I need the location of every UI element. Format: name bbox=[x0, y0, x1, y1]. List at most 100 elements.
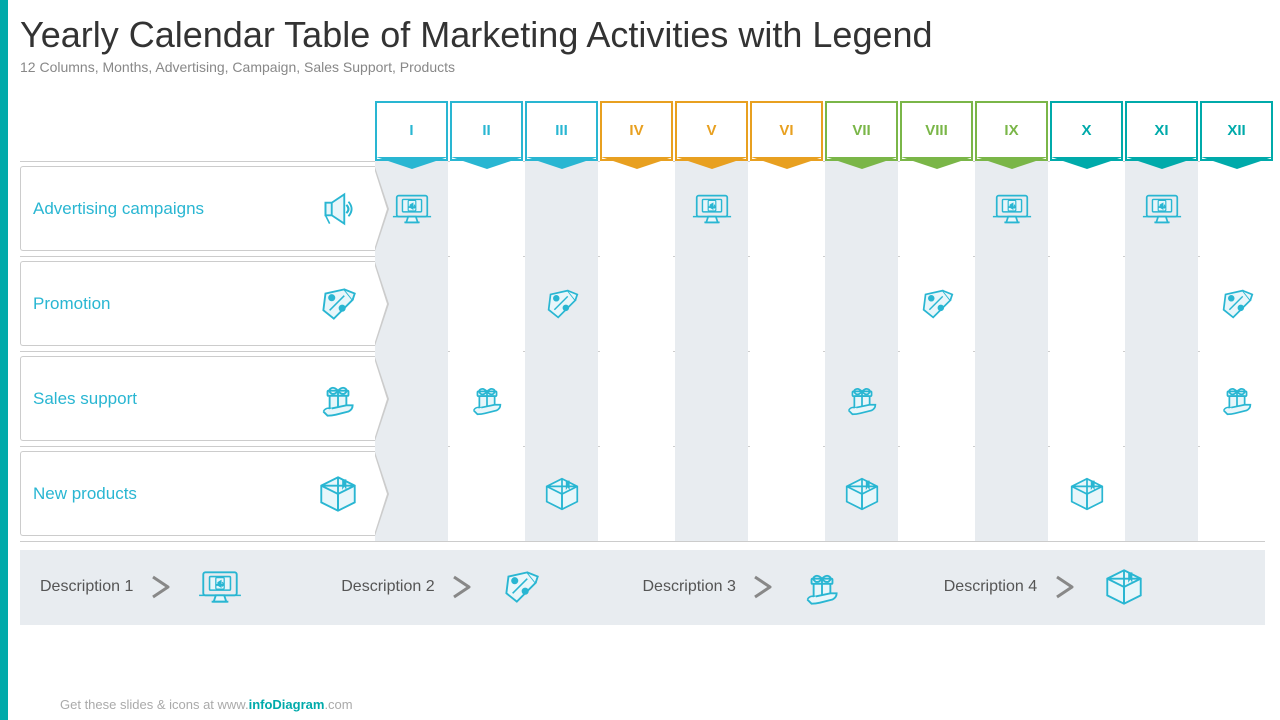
cell-3-7 bbox=[900, 446, 973, 541]
data-rows: Advertising campaigns bbox=[20, 161, 1265, 542]
cell-3-6 bbox=[825, 446, 898, 541]
cell-1-5 bbox=[750, 256, 823, 351]
cell-2-7 bbox=[900, 351, 973, 446]
cells-area-3 bbox=[375, 446, 1275, 541]
month-banner-I: I bbox=[375, 101, 448, 161]
header-row: IIIIIIIVVVIVIIVIIIIXXXIXII bbox=[375, 93, 1265, 161]
row-label-text-3: New products bbox=[33, 484, 300, 504]
legend-item-2: Description 3 bbox=[643, 560, 944, 615]
cell-0-2 bbox=[525, 161, 598, 256]
cell-3-2 bbox=[525, 446, 598, 541]
cell-1-8 bbox=[975, 256, 1048, 351]
cell-1-11 bbox=[1200, 256, 1273, 351]
legend-arrow-0 bbox=[145, 570, 180, 605]
cell-3-11 bbox=[1200, 446, 1273, 541]
cell-2-6 bbox=[825, 351, 898, 446]
row-label-text-2: Sales support bbox=[33, 389, 300, 409]
cell-0-7 bbox=[900, 161, 973, 256]
month-banner-X: X bbox=[1050, 101, 1123, 161]
cell-0-8 bbox=[975, 161, 1048, 256]
row-icon-1 bbox=[310, 276, 365, 331]
legend-item-0: Description 1 bbox=[40, 560, 341, 615]
data-row-2: Sales support bbox=[20, 352, 1265, 447]
data-row-1: Promotion bbox=[20, 257, 1265, 352]
legend-arrow-1 bbox=[447, 570, 482, 605]
month-banner-II: II bbox=[450, 101, 523, 161]
page-subtitle: 12 Columns, Months, Advertising, Campaig… bbox=[20, 59, 1265, 75]
legend-icon-3 bbox=[1096, 560, 1151, 615]
page-title: Yearly Calendar Table of Marketing Activ… bbox=[20, 15, 1265, 55]
cell-0-6 bbox=[825, 161, 898, 256]
row-label-1: Promotion bbox=[20, 261, 375, 346]
data-row-0: Advertising campaigns bbox=[20, 162, 1265, 257]
cell-1-1 bbox=[450, 256, 523, 351]
cell-3-4 bbox=[675, 446, 748, 541]
legend-label-1: Description 2 bbox=[341, 578, 434, 596]
cell-3-8 bbox=[975, 446, 1048, 541]
legend-label-2: Description 3 bbox=[643, 578, 736, 596]
legend-icon-1 bbox=[494, 560, 549, 615]
month-banner-IV: IV bbox=[600, 101, 673, 161]
cell-3-3 bbox=[600, 446, 673, 541]
row-icon-3 bbox=[310, 466, 365, 521]
left-accent bbox=[0, 0, 8, 720]
month-banner-V: V bbox=[675, 101, 748, 161]
row-icon-0 bbox=[310, 181, 365, 236]
cell-3-5 bbox=[750, 446, 823, 541]
cell-2-8 bbox=[975, 351, 1048, 446]
main-container: Yearly Calendar Table of Marketing Activ… bbox=[20, 15, 1265, 710]
cell-2-1 bbox=[450, 351, 523, 446]
cells-area-2 bbox=[375, 351, 1275, 446]
cell-1-3 bbox=[600, 256, 673, 351]
row-label-3: New products bbox=[20, 451, 375, 536]
cell-2-5 bbox=[750, 351, 823, 446]
month-banner-XII: XII bbox=[1200, 101, 1273, 161]
cell-2-10 bbox=[1125, 351, 1198, 446]
cell-1-2 bbox=[525, 256, 598, 351]
cell-2-11 bbox=[1200, 351, 1273, 446]
legend-arrow-3 bbox=[1049, 570, 1084, 605]
cell-1-7 bbox=[900, 256, 973, 351]
legend-arrow-2 bbox=[748, 570, 783, 605]
month-banner-VIII: VIII bbox=[900, 101, 973, 161]
cell-3-1 bbox=[450, 446, 523, 541]
cells-area-0 bbox=[375, 161, 1275, 256]
row-label-2: Sales support bbox=[20, 356, 375, 441]
month-banner-VII: VII bbox=[825, 101, 898, 161]
cell-2-3 bbox=[600, 351, 673, 446]
cell-0-5 bbox=[750, 161, 823, 256]
legend-bar: Description 1 Description 2 Description … bbox=[20, 550, 1265, 625]
row-label-text-0: Advertising campaigns bbox=[33, 199, 300, 219]
row-icon-2 bbox=[310, 371, 365, 426]
cell-0-4 bbox=[675, 161, 748, 256]
cell-0-9 bbox=[1050, 161, 1123, 256]
cell-1-9 bbox=[1050, 256, 1123, 351]
legend-item-1: Description 2 bbox=[341, 560, 642, 615]
cell-3-10 bbox=[1125, 446, 1198, 541]
cell-2-9 bbox=[1050, 351, 1123, 446]
cell-2-4 bbox=[675, 351, 748, 446]
legend-label-0: Description 1 bbox=[40, 578, 133, 596]
cells-area-1 bbox=[375, 256, 1275, 351]
month-banner-III: III bbox=[525, 101, 598, 161]
row-label-0: Advertising campaigns bbox=[20, 166, 375, 251]
data-row-3: New products bbox=[20, 447, 1265, 542]
cell-0-3 bbox=[600, 161, 673, 256]
legend-label-3: Description 4 bbox=[944, 578, 1037, 596]
cell-0-1 bbox=[450, 161, 523, 256]
cell-2-2 bbox=[525, 351, 598, 446]
table-area: IIIIIIIVVVIVIIVIIIIXXXIXII Advertising c… bbox=[20, 93, 1265, 542]
cell-1-4 bbox=[675, 256, 748, 351]
month-banner-IX: IX bbox=[975, 101, 1048, 161]
row-label-text-1: Promotion bbox=[33, 294, 300, 314]
cell-1-10 bbox=[1125, 256, 1198, 351]
legend-icon-0 bbox=[192, 560, 247, 615]
month-banner-VI: VI bbox=[750, 101, 823, 161]
cell-3-9 bbox=[1050, 446, 1123, 541]
legend-item-3: Description 4 bbox=[944, 560, 1245, 615]
legend-icon-2 bbox=[795, 560, 850, 615]
cell-0-11 bbox=[1200, 161, 1273, 256]
footer-text: Get these slides & icons at www.infoDiag… bbox=[60, 697, 353, 712]
month-banner-XI: XI bbox=[1125, 101, 1198, 161]
cell-0-10 bbox=[1125, 161, 1198, 256]
